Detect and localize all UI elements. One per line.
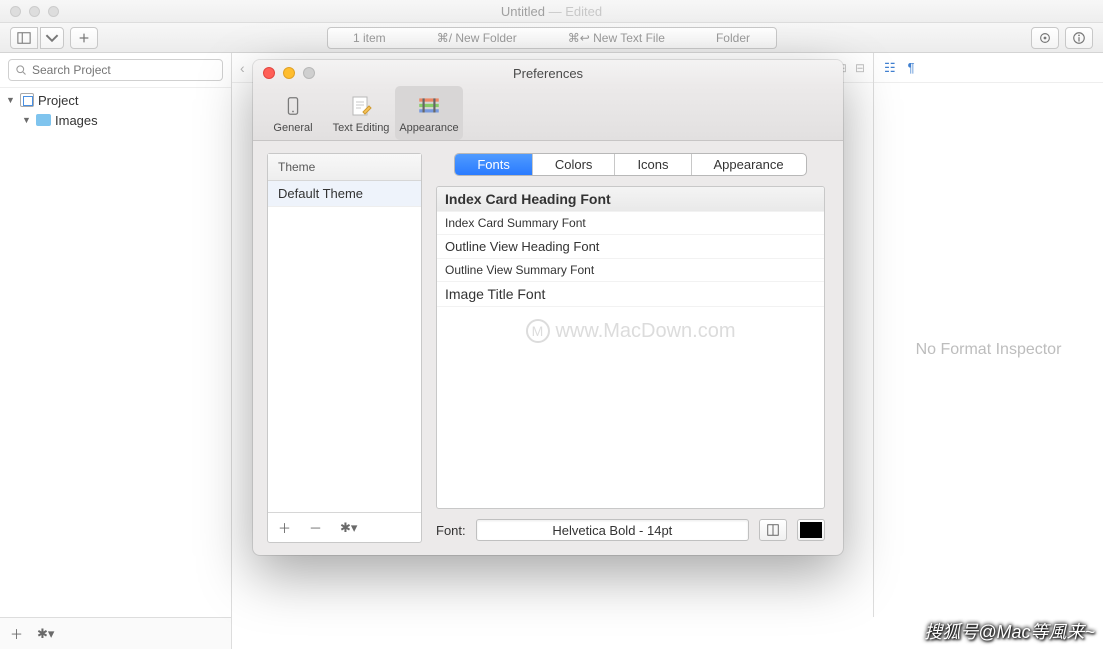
font-row-outline-summary[interactable]: Outline View Summary Font — [437, 259, 824, 282]
font-label: Font: — [436, 523, 466, 538]
tree-project-row[interactable]: ▼ Project — [0, 90, 231, 110]
sidebar: ▼ Project ▼ Images — [0, 53, 232, 617]
sidebar-toggle-button[interactable] — [10, 27, 38, 49]
search-wrap — [0, 53, 231, 88]
theme-footer: ＋ － ✱▾ — [268, 512, 421, 542]
add-icon[interactable]: ＋ — [10, 624, 23, 643]
info-button[interactable] — [1065, 27, 1093, 49]
sidebar-bottom-bar: ＋ ✱▾ — [0, 617, 232, 649]
pref-titlebar: Preferences — [253, 60, 843, 86]
text-editing-icon — [348, 93, 374, 119]
seg-fonts[interactable]: Fonts — [455, 154, 533, 175]
gear-icon[interactable]: ✱▾ — [37, 626, 54, 642]
font-row-outline-heading[interactable]: Outline View Heading Font — [437, 235, 824, 259]
inspector-empty-label: No Format Inspector — [916, 341, 1062, 359]
inspector-tab1-icon[interactable]: ☷ — [884, 60, 896, 76]
watermark-icon: M — [525, 319, 549, 343]
edited-indicator: — Edited — [549, 4, 602, 19]
appearance-icon — [416, 93, 442, 119]
font-value-field[interactable]: Helvetica Bold - 14pt — [476, 519, 749, 541]
search-input[interactable] — [32, 63, 216, 77]
project-tree: ▼ Project ▼ Images — [0, 88, 231, 617]
toolbar-right — [1031, 27, 1093, 49]
pref-body: Theme Default Theme ＋ － ✱▾ Fonts Colors … — [253, 141, 843, 555]
disclosure-icon[interactable]: ▼ — [6, 95, 16, 105]
pref-tab-text-label: Text Editing — [333, 122, 390, 134]
seg-icons[interactable]: Icons — [615, 154, 691, 175]
font-row-image-title[interactable]: Image Title Font — [437, 282, 824, 307]
disclosure-icon[interactable]: ▼ — [22, 115, 32, 125]
pref-toolbar: General Text Editing Appearance — [253, 86, 843, 141]
appearance-segments: Fonts Colors Icons Appearance — [454, 153, 806, 176]
inspector: ☷ ¶ No Format Inspector — [873, 53, 1103, 617]
font-value: Helvetica Bold - 14pt — [552, 523, 672, 538]
inspector-top: ☷ ¶ — [874, 53, 1103, 83]
nav-back-icon[interactable]: ‹ — [240, 60, 245, 76]
images-label: Images — [55, 113, 98, 128]
pref-tab-appearance-label: Appearance — [399, 122, 458, 134]
preferences-window: Preferences General Text Editing Appeara… — [253, 60, 843, 555]
seg-colors[interactable]: Colors — [533, 154, 616, 175]
pathbar-folder: Folder — [716, 31, 750, 45]
view-mode-group — [10, 27, 64, 49]
theme-remove-icon[interactable]: － — [309, 518, 322, 537]
font-row-index-summary[interactable]: Index Card Summary Font — [437, 212, 824, 235]
path-bar[interactable]: 1 item ⌘/ New Folder ⌘↩︎ New Text File F… — [327, 27, 777, 49]
watermark: M www.MacDown.com — [525, 319, 735, 343]
inspector-empty: No Format Inspector — [874, 83, 1103, 617]
search-field[interactable] — [8, 59, 223, 81]
theme-add-icon[interactable]: ＋ — [278, 518, 291, 537]
folder-icon — [36, 114, 51, 126]
theme-item-default[interactable]: Default Theme — [268, 181, 421, 207]
pref-tab-text-editing[interactable]: Text Editing — [327, 86, 395, 140]
tree-images-row[interactable]: ▼ Images — [0, 110, 231, 130]
font-row-index-heading[interactable]: Index Card Heading Font — [437, 187, 824, 212]
theme-gear-icon[interactable]: ✱▾ — [340, 520, 357, 536]
seg-appearance[interactable]: Appearance — [692, 154, 806, 175]
general-icon — [280, 93, 306, 119]
grid2-icon[interactable]: ⊟ — [855, 61, 865, 75]
color-swatch — [800, 522, 822, 538]
pref-tab-appearance[interactable]: Appearance — [395, 86, 463, 140]
pathbar-item-count: 1 item — [353, 31, 386, 45]
window-title: Untitled — Edited — [0, 4, 1103, 19]
view-dropdown-button[interactable] — [40, 27, 64, 49]
pref-tab-general-label: General — [273, 122, 312, 134]
project-icon — [20, 93, 34, 107]
inspector-tab2-icon[interactable]: ¶ — [908, 60, 915, 75]
font-list[interactable]: Index Card Heading Font Index Card Summa… — [436, 186, 825, 509]
pathbar-new-text: ⌘↩︎ New Text File — [568, 31, 665, 45]
pref-tab-general[interactable]: General — [259, 86, 327, 140]
add-button[interactable] — [70, 27, 98, 49]
main-titlebar: Untitled — Edited — [0, 0, 1103, 23]
main-toolbar: 1 item ⌘/ New Folder ⌘↩︎ New Text File F… — [0, 23, 1103, 53]
source-overlay: 搜狐号@Mac等風来~ — [924, 618, 1095, 644]
pathbar-new-folder: ⌘/ New Folder — [437, 31, 517, 45]
appearance-right: Fonts Colors Icons Appearance Index Card… — [422, 141, 843, 555]
title-text: Untitled — [501, 4, 545, 19]
watermark-text: www.MacDown.com — [555, 320, 735, 343]
theme-column: Theme Default Theme ＋ － ✱▾ — [267, 153, 422, 543]
theme-spacer — [268, 207, 421, 512]
pref-title: Preferences — [253, 66, 843, 81]
target-button[interactable] — [1031, 27, 1059, 49]
font-controls: Font: Helvetica Bold - 14pt — [436, 519, 825, 541]
font-panel-button[interactable] — [759, 519, 787, 541]
project-label: Project — [38, 93, 78, 108]
color-well-button[interactable] — [797, 519, 825, 541]
search-icon — [15, 64, 27, 76]
theme-header: Theme — [268, 154, 421, 181]
